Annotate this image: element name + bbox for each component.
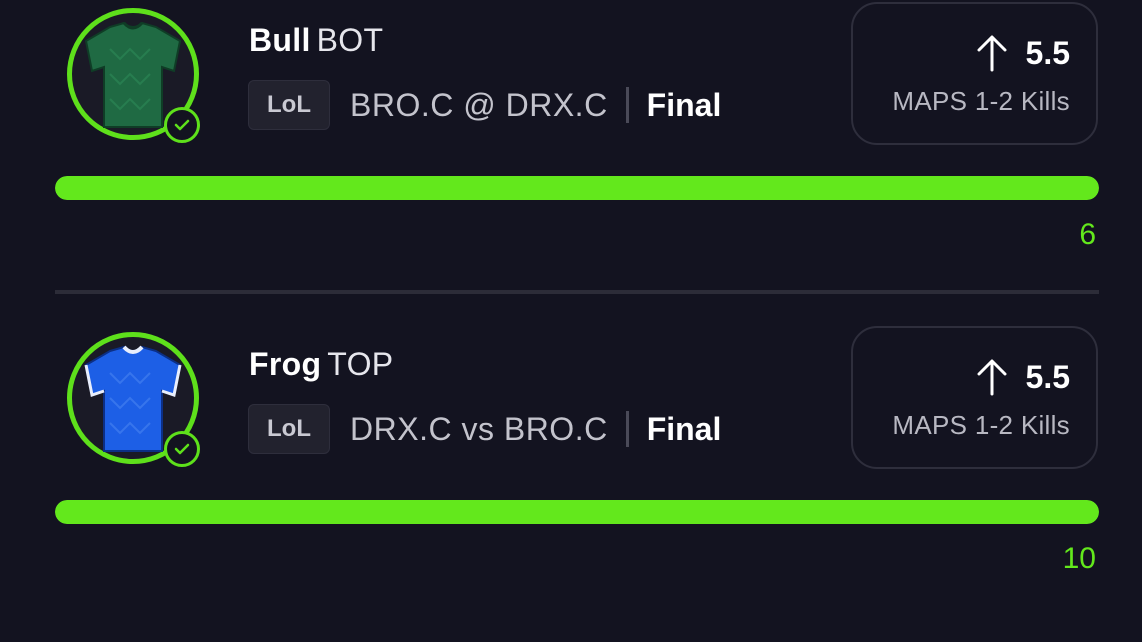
result-value: 6 [1079, 218, 1096, 251]
game-info: LoL BRO.C @ DRX.C Final [248, 80, 721, 130]
matchup-text: BRO.C @ DRX.C [350, 86, 608, 123]
pick-card[interactable]: Frog TOP LoL DRX.C vs BRO.C Final 5.5 MAP… [0, 324, 1142, 624]
pick-card[interactable]: Bull BOT LoL BRO.C @ DRX.C Final 5.5 MAPS… [0, 0, 1142, 300]
progress-fill [55, 176, 1099, 200]
check-icon [164, 107, 200, 143]
player-line: Frog TOP [249, 346, 393, 383]
player-position: TOP [327, 346, 394, 382]
player-avatar [67, 332, 200, 467]
separator [625, 87, 629, 123]
result-value: 10 [1062, 542, 1096, 575]
line-value: 5.5 [1025, 34, 1070, 71]
player-name: Frog [249, 346, 322, 382]
progress-fill [55, 500, 1099, 524]
line-value: 5.5 [1025, 358, 1070, 395]
matchup-text: DRX.C vs BRO.C [350, 410, 608, 447]
progress-bar [55, 176, 1099, 200]
divider [55, 290, 1099, 294]
game-status: Final [646, 86, 722, 123]
progress-bar [55, 500, 1099, 524]
player-position: BOT [316, 22, 384, 58]
stat-type: MAPS 1-2 Kills [892, 86, 1070, 116]
stat-type: MAPS 1-2 Kills [892, 410, 1070, 440]
check-icon [164, 431, 200, 467]
game-status: Final [646, 410, 722, 447]
projection-box[interactable]: 5.5 MAPS 1-2 Kills [851, 326, 1098, 469]
projection-box[interactable]: 5.5 MAPS 1-2 Kills [851, 2, 1098, 145]
player-name: Bull [249, 22, 311, 58]
up-arrow-icon [977, 35, 1007, 72]
up-arrow-icon [977, 359, 1007, 396]
game-info: LoL DRX.C vs BRO.C Final [248, 404, 721, 454]
player-avatar [67, 8, 200, 143]
league-badge: LoL [248, 404, 330, 454]
player-line: Bull BOT [249, 22, 383, 59]
separator [625, 411, 629, 447]
league-badge: LoL [248, 80, 330, 130]
